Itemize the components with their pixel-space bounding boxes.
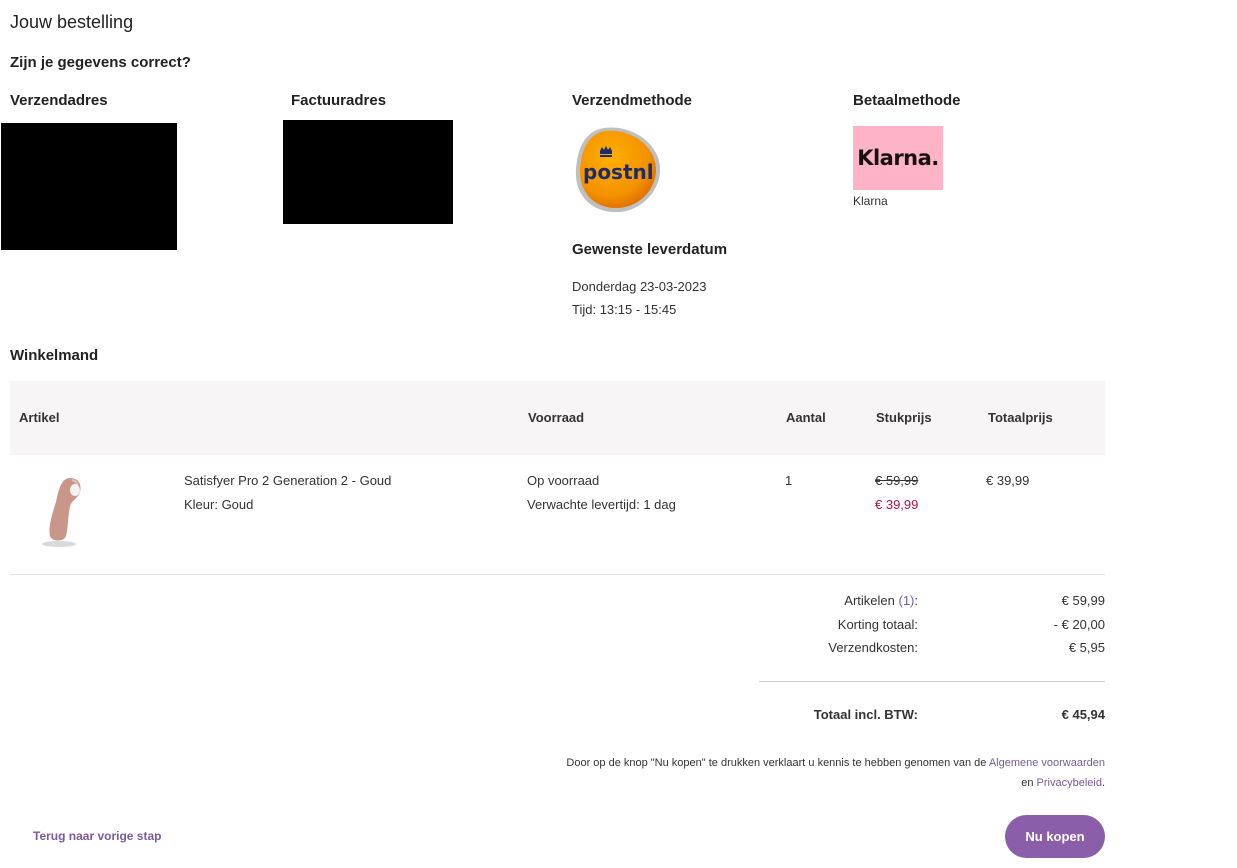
billing-address-redacted bbox=[283, 120, 453, 224]
summary-shipping-label: Verzendkosten: bbox=[828, 640, 918, 655]
delivery-date: Donderdag 23-03-2023 bbox=[572, 279, 707, 294]
klarna-logo: Klarna. bbox=[853, 126, 943, 190]
column-unit-price: Stukprijs bbox=[876, 410, 932, 425]
summary-shipping-value: € 5,95 bbox=[1068, 640, 1105, 655]
column-stock: Voorraad bbox=[528, 410, 585, 425]
product-name[interactable]: Satisfyer Pro 2 Generation 2 - Goud bbox=[184, 473, 391, 488]
delivery-time: Tijd: 13:15 - 15:45 bbox=[572, 302, 677, 317]
cart-heading: Winkelmand bbox=[10, 347, 99, 364]
shipping-method-heading: Verzendmethode bbox=[572, 92, 693, 109]
page-subtitle: Zijn je gegevens correct? bbox=[10, 54, 191, 71]
summary-articles-label: Artikelen (1): bbox=[844, 593, 918, 608]
legal-line-1: Door op de knop "Nu kopen" te drukken ve… bbox=[566, 757, 1105, 769]
postnl-logo-text: postnl bbox=[583, 160, 654, 184]
delivery-heading: Gewenste leverdatum bbox=[572, 241, 728, 258]
page-title: Jouw bestelling bbox=[10, 12, 134, 32]
summary-discount-label: Korting totaal: bbox=[837, 617, 918, 632]
postnl-logo-icon: postnl bbox=[575, 127, 661, 213]
product-variant: Kleur: Goud bbox=[184, 497, 254, 512]
shipping-address-heading: Verzendadres bbox=[10, 92, 108, 109]
summary-divider bbox=[759, 681, 1105, 682]
buy-now-button[interactable]: Nu kopen bbox=[1005, 815, 1105, 858]
billing-address-heading: Factuuradres bbox=[291, 92, 387, 109]
payment-method-name: Klarna bbox=[853, 194, 888, 208]
summary-total-value: € 45,94 bbox=[1061, 707, 1105, 722]
summary-total-label: Totaal incl. BTW: bbox=[813, 707, 918, 722]
privacy-link[interactable]: Privacybeleid bbox=[1037, 777, 1102, 789]
back-link[interactable]: Terug naar vorige stap bbox=[33, 829, 161, 843]
terms-link[interactable]: Algemene voorwaarden bbox=[989, 757, 1105, 769]
column-total-price: Totaalprijs bbox=[988, 410, 1053, 425]
product-image[interactable] bbox=[30, 470, 90, 552]
product-lead-time: Verwachte levertijd: 1 dag bbox=[527, 497, 676, 512]
payment-method-heading: Betaalmethode bbox=[853, 92, 961, 109]
product-stock: Op voorraad bbox=[527, 473, 600, 488]
column-quantity: Aantal bbox=[786, 410, 826, 425]
product-old-price: € 59,99 bbox=[875, 473, 919, 488]
product-quantity: 1 bbox=[785, 473, 793, 488]
column-article: Artikel bbox=[19, 410, 60, 425]
summary-articles-count: (1) bbox=[898, 593, 915, 608]
shipping-address-redacted bbox=[1, 123, 177, 250]
summary-articles-value: € 59,99 bbox=[1061, 593, 1105, 608]
summary-discount-value: - € 20,00 bbox=[1053, 617, 1105, 632]
product-sale-price: € 39,99 bbox=[875, 497, 919, 512]
postnl-logo: postnl bbox=[574, 126, 662, 214]
product-total-price: € 39,99 bbox=[986, 473, 1030, 488]
cart-divider bbox=[10, 574, 1105, 575]
product-image-icon bbox=[42, 478, 81, 547]
legal-line-2: en Privacybeleid. bbox=[1021, 777, 1105, 789]
